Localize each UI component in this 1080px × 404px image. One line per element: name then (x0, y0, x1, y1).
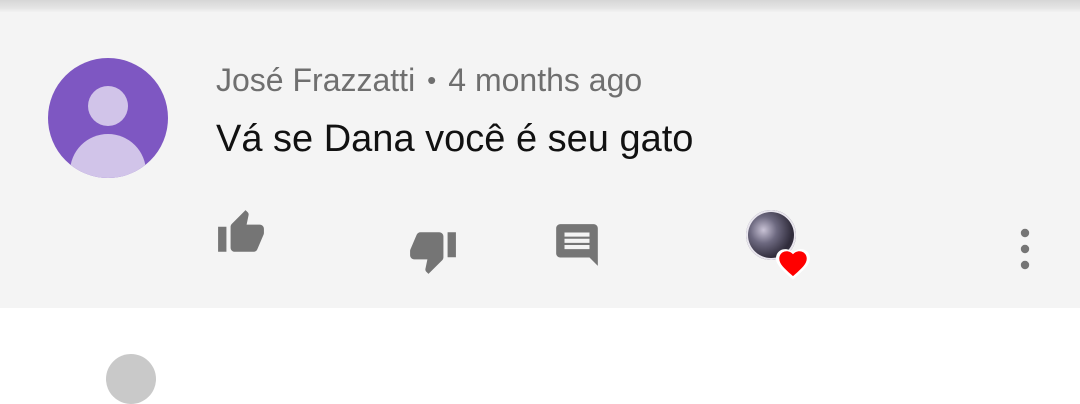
comment-time: 4 months ago (448, 61, 643, 98)
more-vertical-icon (1020, 228, 1030, 270)
comment-text: Vá se Dana você é seu gato (216, 118, 694, 160)
comment-card: José Frazzatti • 4 months ago Vá se Dana… (0, 12, 1080, 308)
next-comment-avatar[interactable] (106, 354, 156, 404)
more-options-button[interactable] (1010, 224, 1040, 274)
thumb-down-icon (410, 232, 456, 274)
header-shadow (0, 0, 1080, 12)
thumb-up-icon (218, 210, 264, 252)
author-name[interactable]: José Frazzatti (216, 62, 415, 99)
avatar-head (88, 86, 128, 126)
meta-separator: • (427, 64, 437, 95)
creator-heart-button[interactable] (746, 210, 812, 282)
like-button[interactable] (216, 208, 266, 258)
avatar-body (70, 134, 146, 178)
dislike-button[interactable] (408, 226, 458, 276)
comment-icon (556, 224, 598, 266)
creator-heart-icon (776, 249, 810, 280)
comment-meta: José Frazzatti • 4 months ago (216, 60, 642, 100)
reply-button[interactable] (552, 220, 602, 270)
author-avatar[interactable] (48, 58, 168, 178)
